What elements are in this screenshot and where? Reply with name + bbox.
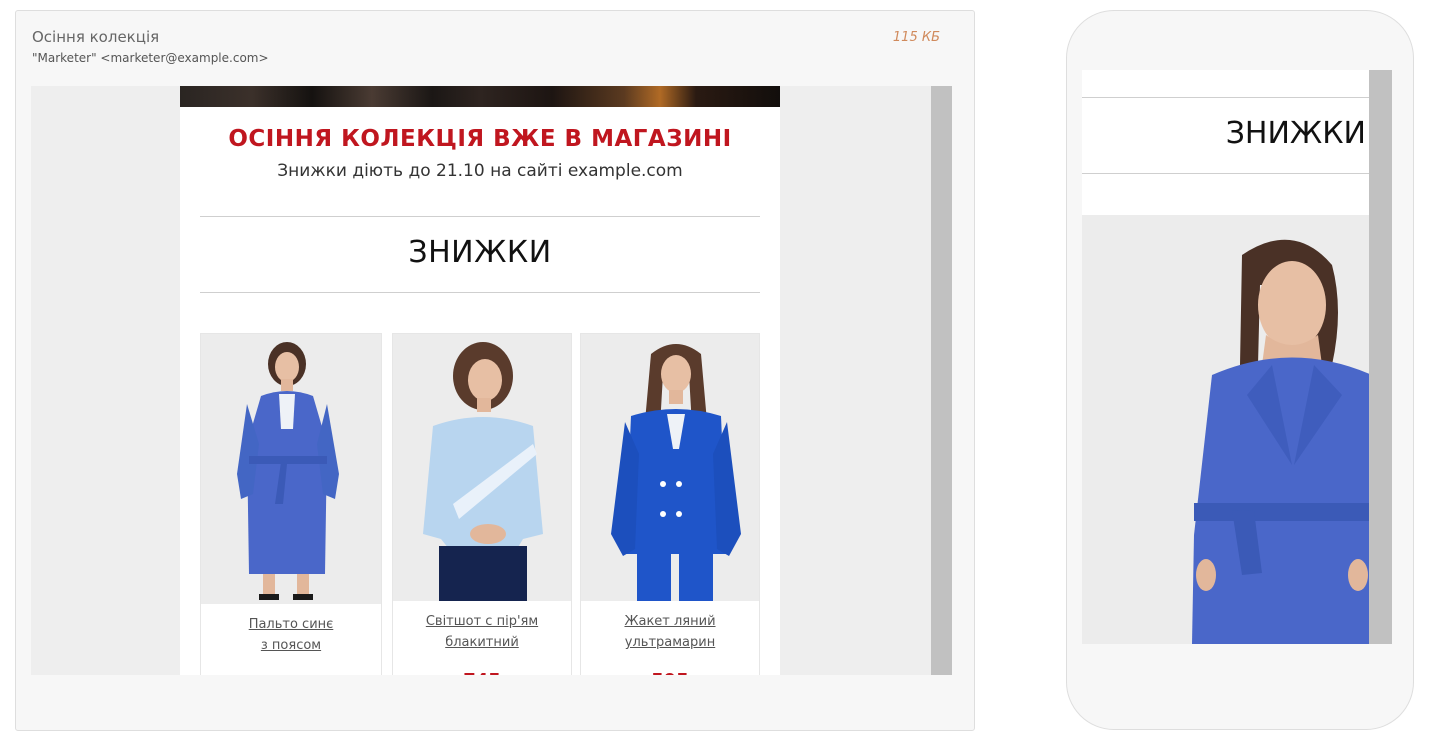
product-name-coat[interactable]: Пальто синє з поясом	[201, 614, 381, 656]
hero-image	[180, 86, 780, 107]
product-name-sweatshirt[interactable]: Світшот с пір'ям блакитний	[393, 611, 571, 653]
product-card-coat[interactable]: Пальто синє з поясом	[200, 333, 382, 675]
product-name-jacket[interactable]: Жакет ляний ультрамарин	[581, 611, 759, 653]
mobile-divider-top	[1082, 97, 1369, 98]
email-size: 115 КБ	[892, 30, 940, 45]
subline: Знижки діють до 21.10 на сайті example.c…	[277, 161, 683, 181]
mobile-product-image-coat[interactable]	[1082, 215, 1369, 644]
desktop-preview: Осіння колекція "Marketer" <marketer@exa…	[15, 10, 975, 731]
divider-bottom	[200, 292, 760, 293]
headline: ОСІННЯ КОЛЕКЦІЯ ВЖЕ В МАГАЗИНІ	[228, 126, 732, 152]
product-image-sweatshirt[interactable]	[393, 334, 571, 601]
divider-top	[200, 216, 760, 217]
vertical-scrollbar[interactable]	[931, 86, 952, 675]
email-viewport[interactable]: ОСІННЯ КОЛЕКЦІЯ ВЖЕ В МАГАЗИНІ Знижки ді…	[31, 86, 952, 675]
product-card-jacket[interactable]: Жакет ляний ультрамарин 595	[580, 333, 760, 675]
product-image-coat[interactable]	[201, 334, 381, 604]
email-subject: Осіння колекція	[32, 28, 160, 46]
email-body: ОСІННЯ КОЛЕКЦІЯ ВЖЕ В МАГАЗИНІ Знижки ді…	[180, 86, 780, 675]
email-sender: "Marketer" <marketer@example.com>	[32, 51, 269, 65]
product-price-jacket: 595	[581, 670, 759, 675]
mobile-email-viewport[interactable]: ЗНИЖКИ	[1082, 70, 1392, 644]
product-price-sweatshirt: 745	[393, 670, 571, 675]
mobile-preview: ЗНИЖКИ	[1066, 10, 1414, 730]
mobile-divider-bottom	[1082, 173, 1369, 174]
section-title: ЗНИЖКИ	[408, 235, 552, 270]
product-card-sweatshirt[interactable]: Світшот с пір'ям блакитний 745	[392, 333, 572, 675]
mobile-scrollbar[interactable]	[1369, 70, 1392, 644]
product-image-jacket[interactable]	[581, 334, 759, 601]
mobile-section-title: ЗНИЖКИ	[1225, 116, 1366, 151]
